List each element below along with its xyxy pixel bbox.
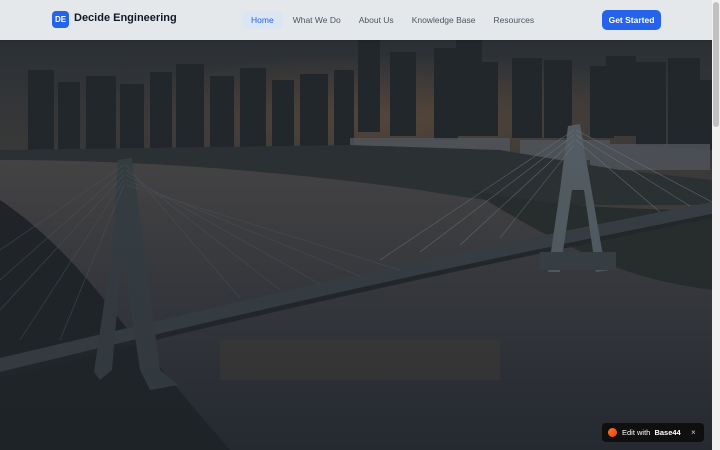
page-scrollbar[interactable] (712, 0, 720, 450)
hero-dark-overlay (0, 40, 712, 450)
nav-item-knowledge-base[interactable]: Knowledge Base (403, 11, 485, 29)
nav-item-home[interactable]: Home (242, 11, 283, 29)
logo-badge[interactable]: DE (52, 11, 69, 28)
brand-name[interactable]: Decide Engineering (74, 12, 177, 24)
edit-with-base44-badge[interactable]: Edit with Base44 × (602, 423, 704, 442)
site-header: DE Decide Engineering Home What We Do Ab… (0, 0, 712, 40)
hero-background-image (0, 40, 712, 450)
close-icon[interactable]: × (691, 423, 696, 442)
nav-item-what-we-do[interactable]: What We Do (284, 11, 350, 29)
scrollbar-thumb[interactable] (713, 2, 719, 127)
nav-item-resources[interactable]: Resources (484, 11, 543, 29)
nav-item-about-us[interactable]: About Us (350, 11, 403, 29)
main-nav: Home What We Do About Us Knowledge Base … (242, 11, 543, 29)
badge-label: Edit with Base44 (622, 428, 681, 437)
get-started-button[interactable]: Get Started (602, 10, 661, 30)
base44-logo-icon (608, 428, 617, 437)
